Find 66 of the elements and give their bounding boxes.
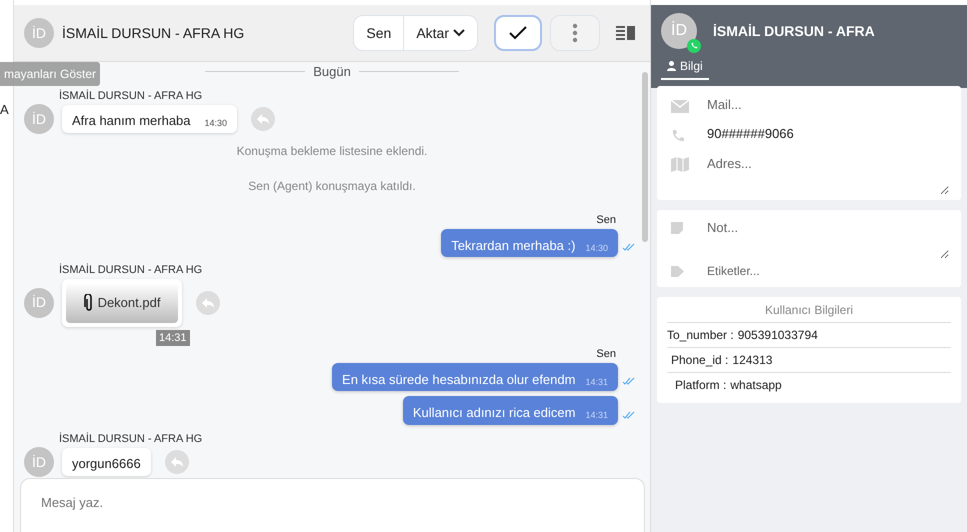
mail-icon — [671, 100, 689, 114]
tooltip: mayanları Göster — [0, 62, 100, 86]
message-time: 14:31 — [585, 409, 608, 422]
tags-field[interactable]: Etiketler... — [705, 261, 949, 281]
avatar: İD — [24, 288, 54, 318]
paperclip-icon — [84, 294, 94, 312]
message-text: yorgun6666 — [72, 454, 141, 473]
letter-label: A — [0, 101, 10, 119]
more-button[interactable] — [550, 15, 600, 51]
message-time: 14:31 — [156, 330, 190, 346]
system-message: Konuşma bekleme listesine eklendi. — [236, 143, 428, 160]
phone-field[interactable]: 90######9066 — [705, 123, 949, 144]
message-text: Kullanıcı adınızı rica edicem — [412, 404, 576, 422]
message-text: Tekrardan merhaba :) — [451, 236, 576, 255]
notes-form[interactable]: Not... Etiketler... — [657, 210, 961, 287]
chat-title: İSMAİL DURSUN - AFRA HG — [62, 24, 246, 42]
mail-field[interactable]: Mail... — [705, 94, 949, 116]
message-time: 14:30 — [585, 242, 608, 254]
reply-icon[interactable] — [196, 290, 220, 314]
message-input[interactable]: Mesaj yaz. — [20, 478, 645, 532]
phone-icon — [671, 128, 685, 143]
check-icon — [509, 26, 527, 40]
sender-name: İSMAİL DURSUN - AFRA HG — [59, 432, 204, 446]
message-text: Afra hanım merhaba — [72, 112, 191, 130]
reply-icon[interactable] — [251, 107, 276, 131]
panel-toggle-icon[interactable] — [616, 25, 636, 41]
map-icon — [671, 157, 689, 172]
section-title: Kullanıcı Bilgileri — [764, 302, 854, 319]
tab-label: Bilgi — [680, 58, 703, 75]
avatar: İD — [661, 13, 697, 49]
field-value: 905391033794 — [738, 327, 818, 344]
transfer-dropdown[interactable]: Aktar — [404, 15, 478, 51]
avatar: İD — [24, 104, 54, 134]
note-field[interactable]: Not... — [705, 216, 949, 259]
sender-name: Sen — [596, 347, 616, 362]
avatar: İD — [24, 18, 54, 48]
file-attachment[interactable]: Dekont.pdf — [66, 282, 178, 322]
message-time: 14:30 — [204, 116, 228, 130]
system-message: Sen (Agent) konuşmaya katıldı. — [247, 178, 417, 195]
message-time: 14:31 — [585, 376, 608, 388]
note-icon — [671, 222, 683, 234]
field-label: To_number : — [667, 327, 734, 344]
date-divider-label: Bugün — [313, 63, 351, 81]
field-label: Phone_id : — [671, 352, 728, 369]
chat-badge-icon — [687, 39, 701, 53]
caret-icon — [453, 29, 465, 37]
more-icon — [572, 23, 578, 43]
contact-form[interactable]: Mail... 90######9066 Adres... — [657, 86, 961, 200]
user-icon — [667, 61, 676, 71]
field-value: whatsapp — [730, 377, 782, 394]
assign-button[interactable]: Sen — [353, 15, 404, 51]
field-label: Platform : — [675, 377, 726, 394]
address-field[interactable]: Adres... — [705, 152, 949, 195]
info-tab[interactable]: Bilgi — [661, 55, 709, 80]
scrollbar[interactable] — [642, 72, 648, 242]
reply-icon[interactable] — [164, 450, 189, 474]
sender-name: Sen — [596, 213, 616, 228]
sender-name: İSMAİL DURSUN - AFRA HG — [59, 262, 204, 278]
contact-name: İSMAİL DURSUN - AFRA — [713, 22, 875, 40]
file-name: Dekont.pdf — [98, 294, 160, 312]
field-value: 124313 — [732, 352, 772, 369]
sender-name: İSMAİL DURSUN - AFRA HG — [59, 88, 204, 104]
resolve-button[interactable] — [494, 15, 542, 51]
avatar: İD — [24, 447, 54, 477]
tag-icon — [671, 266, 685, 278]
message-text: En kısa sürede hesabınızda olur efendm — [342, 370, 576, 388]
